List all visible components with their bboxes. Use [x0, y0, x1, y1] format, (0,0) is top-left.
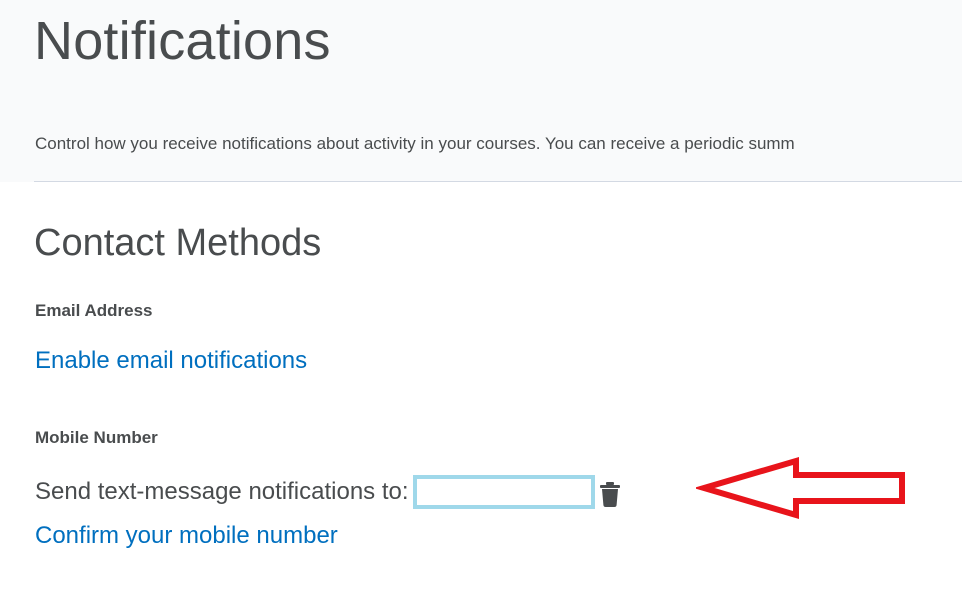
notifications-page: Notifications Control how you receive no… [0, 0, 962, 598]
arrow-shape [696, 456, 905, 520]
mobile-number-value [412, 475, 595, 509]
header-divider [34, 181, 962, 182]
page-description: Control how you receive notifications ab… [35, 134, 795, 153]
enable-email-notifications-link[interactable]: Enable email notifications [35, 347, 307, 375]
trash-icon [599, 482, 620, 507]
red-arrow-annotation [696, 456, 905, 520]
sms-notification-row: Send text-message notifications to: [35, 474, 622, 510]
mobile-number-label: Mobile Number [35, 428, 158, 447]
page-title: Notifications [34, 11, 331, 71]
confirm-mobile-number-link[interactable]: Confirm your mobile number [35, 522, 338, 550]
delete-mobile-number-button[interactable] [598, 476, 622, 508]
email-address-label: Email Address [35, 301, 153, 320]
send-text-message-label: Send text-message notifications to: [35, 478, 409, 505]
contact-methods-heading: Contact Methods [34, 222, 322, 264]
